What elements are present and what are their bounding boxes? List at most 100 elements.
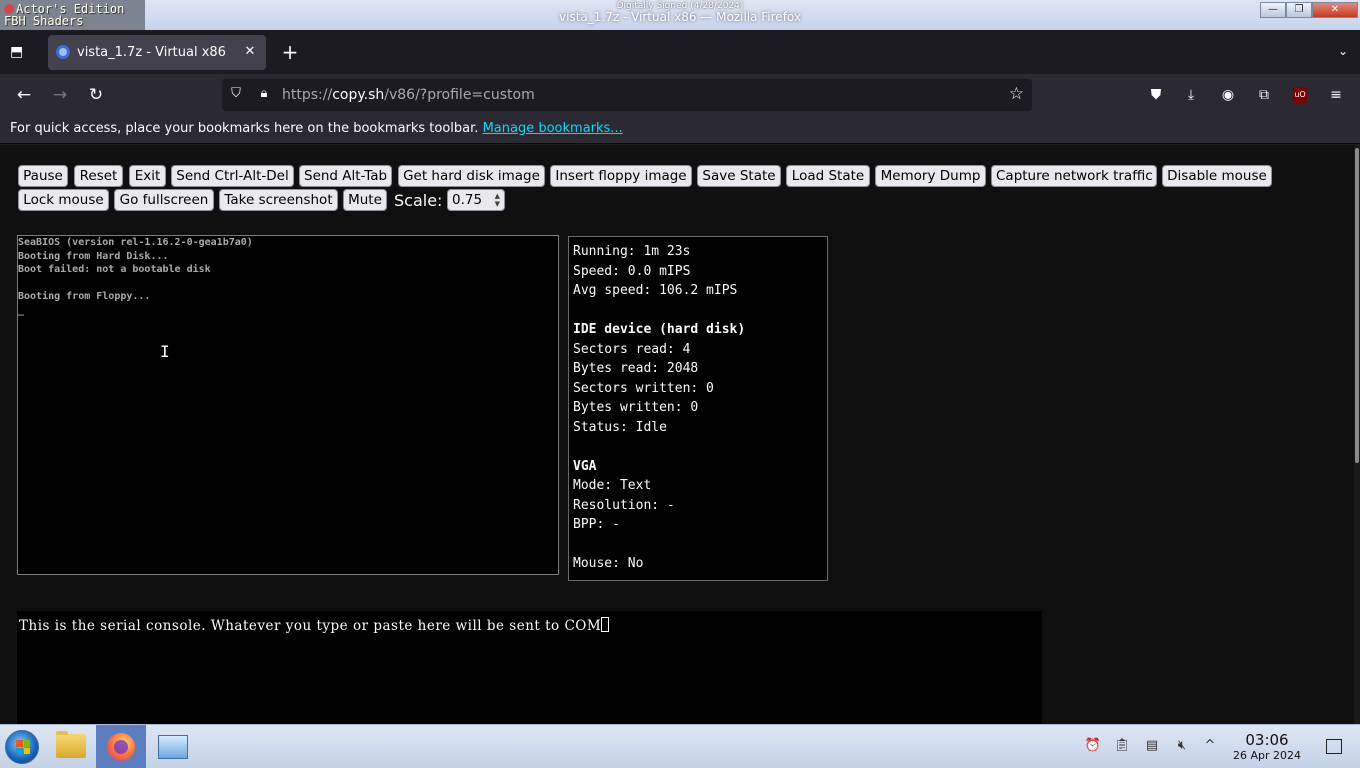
lock-mouse-button[interactable]: Lock mouse [18,189,109,211]
vga-mode: Mode: Text [573,478,652,493]
serial-console-text: This is the serial console. Whatever you… [19,618,602,634]
maximize-button[interactable]: ❐ [1286,2,1312,18]
alarm-icon[interactable]: ⏰ [1084,737,1102,755]
running-time: Running: 1m 23s [573,244,691,259]
taskbar: ⏰ 📋︎ ▤ 🔇︎ ^ 03:06 26 Apr 2024 [0,724,1360,768]
vga-header: VGA [573,458,597,474]
bookmarks-hint-text: For quick access, place your bookmarks h… [10,121,479,136]
scrollbar-thumb[interactable] [1355,148,1359,463]
spinner-arrows-icon[interactable]: ▲ ▼ [495,192,500,208]
reset-button[interactable]: Reset [74,165,123,187]
emulator-screen[interactable]: SeaBIOS (version rel-1.16.2-0-gea1b7a0) … [17,235,559,575]
screen-line: SeaBIOS (version rel-1.16.2-0-gea1b7a0) [18,237,253,248]
capture-network-traffic-button[interactable]: Capture network traffic [991,165,1157,187]
runtime-info-panel: Running: 1m 23s Speed: 0.0 mIPS Avg spee… [568,236,828,581]
new-tab-button[interactable]: + [279,42,301,64]
url-bar[interactable]: ⛉ 🔒︎ https://copy.sh/v86/?profile=custom… [222,79,1032,111]
avg-speed: Avg speed: 106.2 mIPS [573,283,738,298]
send-alt-tab-button[interactable]: Send Alt-Tab [299,165,392,187]
disk-status: Status: Idle [573,419,667,435]
bookmarks-hint: For quick access, place your bookmarks h… [10,121,623,136]
window-title: vista_1.7z - Virtual x86 — Mozilla Firef… [559,10,801,24]
go-fullscreen-button[interactable]: Go fullscreen [114,189,214,211]
mouse-status: Mouse: No [573,556,644,571]
serial-console[interactable]: This is the serial console. Whatever you… [17,611,1042,724]
insert-floppy-image-button[interactable]: Insert floppy image [550,165,692,187]
screen-line [18,277,558,291]
send-ctrl-alt-del-button[interactable]: Send Ctrl-Alt-Del [171,165,294,187]
window-controls: — ❐ ✕ [1260,2,1358,18]
clock-date: 26 Apr 2024 [1232,749,1301,762]
firefox-icon [107,733,135,761]
navigation-bar: ← → ↻ ⛉ 🔒︎ https://copy.sh/v86/?profile=… [0,74,1360,116]
ublock-origin-icon[interactable]: uO [1293,87,1307,103]
save-state-button[interactable]: Save State [697,165,781,187]
show-hidden-icons-icon[interactable]: ^ [1201,737,1219,755]
bytes-read: Bytes read: 2048 [573,361,699,376]
firefox-view-icon[interactable]: ⬒ [10,44,28,60]
take-screenshot-button[interactable]: Take screenshot [219,189,338,211]
clock[interactable]: 03:06 26 Apr 2024 [1228,732,1306,763]
menu-icon[interactable]: ≡ [1326,85,1346,105]
taskbar-firefox[interactable] [96,725,146,768]
url-text[interactable]: https://copy.sh/v86/?profile=custom [282,87,535,103]
vga-bpp: BPP: - [573,517,620,532]
volume-muted-icon[interactable]: 🔇︎ [1173,737,1191,755]
account-icon[interactable]: ◉ [1218,85,1238,105]
tab-close-icon[interactable]: ✕ [240,42,260,62]
clipboard-icon[interactable]: 📋︎ [1113,737,1131,755]
taskbar-control-panel[interactable] [148,725,198,768]
speed: Speed: 0.0 mIPS [573,263,691,279]
control-panel-icon [158,735,188,759]
pause-button[interactable]: Pause [18,165,68,187]
exit-button[interactable]: Exit [129,165,166,187]
screen-line: Booting from Floppy... [18,291,151,302]
tab-label: vista_1.7z - Virtual x86 [77,45,226,60]
close-window-button[interactable]: ✕ [1312,2,1358,18]
load-state-button[interactable]: Load State [786,165,870,187]
screen-line: Booting from Hard Disk... [18,250,169,262]
screen-line: Boot failed: not a bootable disk [18,264,211,275]
bookmark-star-icon[interactable]: ☆ [1009,84,1024,104]
folder-icon [56,731,86,758]
bytes-written: Bytes written: 0 [573,400,699,415]
manage-bookmarks-link[interactable]: Manage bookmarks... [483,121,623,136]
downloads-icon[interactable]: ⤓ [1181,85,1201,105]
get-hard-disk-image-button[interactable]: Get hard disk image [398,165,545,187]
back-icon[interactable]: ← [13,84,35,106]
mute-button[interactable]: Mute [343,189,387,211]
tracking-protection-icon[interactable]: ⛉ [228,86,244,104]
disable-mouse-button[interactable]: Disable mouse [1162,165,1272,187]
battery-icon[interactable]: ▤ [1143,737,1161,755]
ide-header: IDE device (hard disk) [573,322,746,337]
vga-resolution: Resolution: - [573,497,675,513]
v86-favicon-icon [56,45,70,59]
window-titlebar: Actor's Edition FBH Shaders Digitally Si… [0,0,1360,30]
page-content: Pause Reset Exit Send Ctrl-Alt-Del Send … [0,145,1354,724]
sectors-read: Sectors read: 4 [573,341,691,357]
tab-strip: ⬒ vista_1.7z - Virtual x86 ✕ + ⌄ [0,30,1360,74]
taskbar-file-explorer[interactable] [46,725,96,768]
serial-caret [601,617,610,632]
windows-logo-icon [16,740,30,754]
text-cursor-icon: I [160,342,170,361]
scale-input[interactable]: 0.75 ▲ ▼ [447,189,505,211]
sectors-written: Sectors written: 0 [573,380,714,396]
notification-center-icon[interactable] [1326,739,1342,754]
extensions-icon[interactable]: ⧉ [1254,85,1274,105]
minimize-button[interactable]: — [1260,2,1286,18]
reload-icon[interactable]: ↻ [85,84,107,106]
scale-label: Scale: [394,191,443,210]
clock-time: 03:06 [1245,731,1289,749]
screen-line: _ [18,304,25,316]
memory-dump-button[interactable]: Memory Dump [875,165,986,187]
start-button[interactable] [5,730,39,764]
page-scrollbar[interactable] [1354,145,1360,724]
lock-icon[interactable]: 🔒︎ [256,86,272,104]
forward-icon[interactable]: → [49,84,71,106]
bookmarks-toolbar: For quick access, place your bookmarks h… [0,116,1360,144]
scale-value: 0.75 [452,192,483,208]
tab-active[interactable]: vista_1.7z - Virtual x86 ✕ [48,35,266,70]
pocket-icon[interactable]: ⛊ [1146,85,1166,105]
list-all-tabs-icon[interactable]: ⌄ [1338,44,1348,58]
